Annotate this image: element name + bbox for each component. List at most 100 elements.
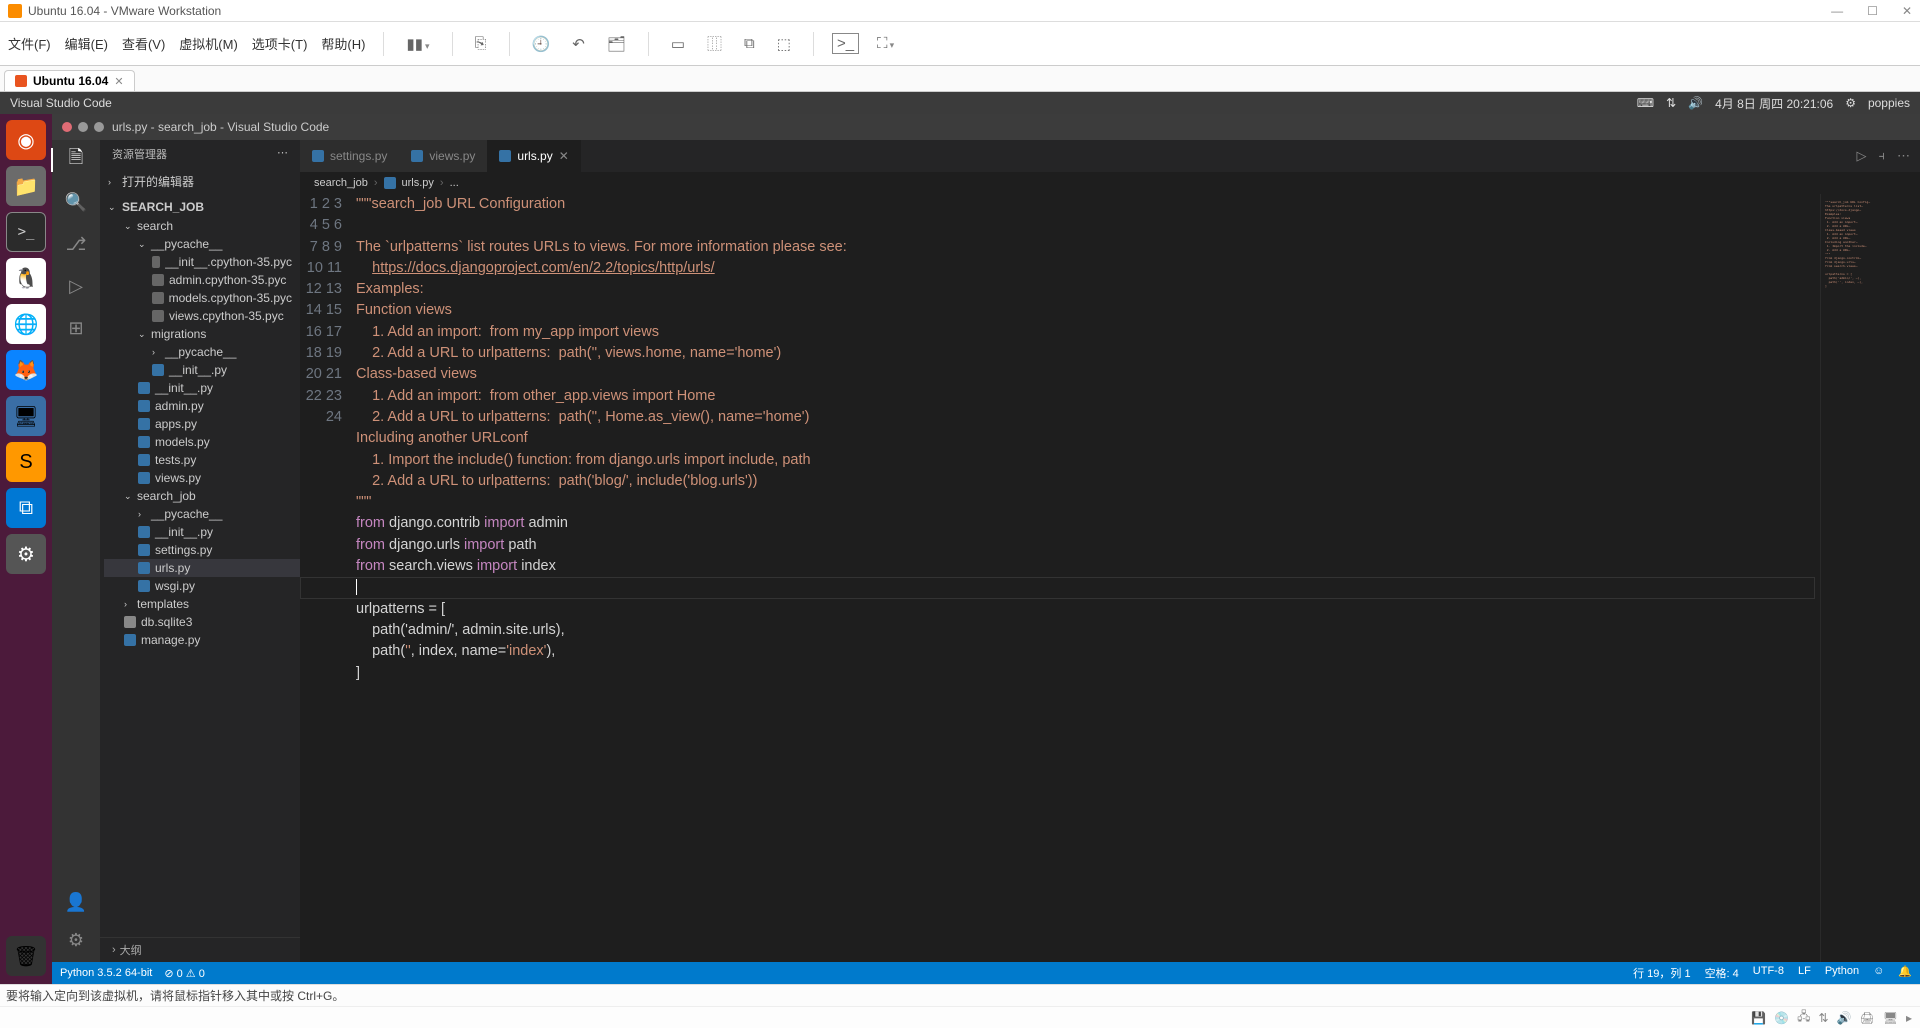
breadcrumb[interactable]: search_job› urls.py› ...	[300, 172, 1920, 194]
file-views-py[interactable]: views.py	[104, 469, 300, 487]
settings-gear-icon[interactable]: ⚙	[1845, 96, 1856, 110]
close-icon[interactable]: ✕	[1902, 4, 1912, 18]
debug-icon[interactable]: ▷	[64, 274, 88, 298]
launcher-dash-icon[interactable]: ◉	[6, 120, 46, 160]
view-unity-icon[interactable]: ⧉	[740, 33, 759, 54]
view-single-icon[interactable]: ▭	[667, 33, 689, 55]
launcher-vscode-icon[interactable]: ⧉	[6, 488, 46, 528]
launcher-sublime-icon[interactable]: S	[6, 442, 46, 482]
menu-help[interactable]: 帮助(H)	[321, 34, 365, 53]
menu-edit[interactable]: 编辑(E)	[65, 34, 108, 53]
launcher-chrome-icon[interactable]: 🌐	[6, 304, 46, 344]
run-icon[interactable]: ▷	[1857, 148, 1867, 164]
file-tests-py[interactable]: tests.py	[104, 451, 300, 469]
file-urls-py[interactable]: urls.py	[104, 559, 300, 577]
snapshot-icon[interactable]: 🕘	[528, 33, 555, 55]
fullscreen-icon[interactable]: >_	[832, 33, 859, 54]
file-init-py-mig[interactable]: __init__.py	[104, 361, 300, 379]
keyboard-icon[interactable]: ⌨	[1637, 96, 1654, 110]
snapshot-revert-icon[interactable]: ↶	[568, 33, 589, 55]
launcher-terminal-icon[interactable]: >_	[6, 212, 46, 252]
project-section[interactable]: ⌄SEARCH_JOB	[100, 197, 300, 217]
view-console-icon[interactable]: ⬚	[773, 33, 795, 55]
status-position[interactable]: 行 19，列 1	[1633, 965, 1690, 981]
file-views-pyc[interactable]: views.cpython-35.pyc	[104, 307, 300, 325]
sound-icon[interactable]: 🔊	[1688, 96, 1703, 110]
status-feedback-icon[interactable]: ☺	[1873, 965, 1884, 981]
menu-view[interactable]: 查看(V)	[122, 34, 165, 53]
folder-pycache3[interactable]: ›__pycache__	[104, 505, 300, 523]
vscode-close-icon[interactable]	[62, 122, 72, 132]
minimap[interactable]: """search_job URL Config… The urlpattern…	[1820, 194, 1920, 962]
device-cd-icon[interactable]: 💿	[1774, 1011, 1789, 1025]
launcher-firefox-icon[interactable]: 🦊	[6, 350, 46, 390]
file-wsgi-py[interactable]: wsgi.py	[104, 577, 300, 595]
open-editors-section[interactable]: ›打开的编辑器	[100, 170, 300, 193]
file-models-py[interactable]: models.py	[104, 433, 300, 451]
vm-tab-ubuntu[interactable]: Ubuntu 16.04 ✕	[4, 70, 135, 91]
launcher-files-icon[interactable]: 📁	[6, 166, 46, 206]
status-eol[interactable]: LF	[1798, 965, 1811, 981]
file-init-pyc[interactable]: __init__.cpython-35.pyc	[104, 253, 300, 271]
device-sound-icon[interactable]: 🔊	[1837, 1011, 1852, 1025]
maximize-icon[interactable]: ☐	[1867, 4, 1878, 18]
file-apps-py[interactable]: apps.py	[104, 415, 300, 433]
file-admin-py[interactable]: admin.py	[104, 397, 300, 415]
vscode-min-icon[interactable]	[78, 122, 88, 132]
launcher-trash-icon[interactable]: 🗑	[6, 936, 46, 976]
status-spaces[interactable]: 空格: 4	[1705, 965, 1739, 981]
more-actions-icon[interactable]: ⋯	[1897, 148, 1910, 164]
file-init-py3[interactable]: __init__.py	[104, 523, 300, 541]
tab-settings[interactable]: settings.py	[300, 140, 399, 172]
menu-vm[interactable]: 虚拟机(M)	[179, 34, 238, 53]
git-icon[interactable]: ⎇	[64, 232, 88, 256]
snapshot-manager-icon[interactable]: 🗂	[603, 33, 630, 55]
folder-pycache2[interactable]: ›__pycache__	[104, 343, 300, 361]
launcher-qq-icon[interactable]: 🐧	[6, 258, 46, 298]
file-admin-pyc[interactable]: admin.cpython-35.pyc	[104, 271, 300, 289]
extensions-icon[interactable]: ⊞	[64, 316, 88, 340]
status-lang[interactable]: Python	[1825, 965, 1859, 981]
tab-close-icon[interactable]: ✕	[114, 75, 123, 88]
folder-search[interactable]: ⌄search	[104, 217, 300, 235]
device-usb-icon[interactable]: ⇅	[1818, 1011, 1828, 1025]
folder-search-job[interactable]: ⌄search_job	[104, 487, 300, 505]
file-init-py[interactable]: __init__.py	[104, 379, 300, 397]
search-icon[interactable]: 🔍	[64, 190, 88, 214]
more-icon[interactable]: ⋯	[277, 146, 288, 162]
split-editor-icon[interactable]: ⫞	[1879, 148, 1886, 164]
folder-migrations[interactable]: ⌄migrations	[104, 325, 300, 343]
status-problems[interactable]: ⊘ 0 ⚠ 0	[164, 967, 204, 980]
send-cad-icon[interactable]: ⎘	[471, 33, 491, 54]
tab-views[interactable]: views.py	[399, 140, 487, 172]
network-icon[interactable]: ⇅	[1666, 96, 1676, 110]
device-printer-icon[interactable]: 🖨	[1860, 1011, 1875, 1025]
file-settings-py[interactable]: settings.py	[104, 541, 300, 559]
minimize-icon[interactable]: —	[1831, 4, 1843, 18]
vscode-max-icon[interactable]	[94, 122, 104, 132]
view-split-icon[interactable]: ⿲	[703, 31, 726, 56]
user-name[interactable]: poppies	[1868, 96, 1910, 110]
status-python[interactable]: Python 3.5.2 64-bit	[60, 967, 152, 979]
gear-icon[interactable]: ⚙	[64, 928, 88, 952]
tab-urls[interactable]: urls.py✕	[487, 140, 580, 172]
status-encoding[interactable]: UTF-8	[1753, 965, 1784, 981]
status-bell-icon[interactable]: 🔔	[1898, 965, 1912, 981]
device-net-icon[interactable]: 🖧	[1797, 1007, 1810, 1028]
folder-templates[interactable]: ›templates	[104, 595, 300, 613]
explorer-icon[interactable]: 🗎	[51, 148, 99, 172]
launcher-settings-icon[interactable]: ⚙	[6, 534, 46, 574]
file-db[interactable]: db.sqlite3	[104, 613, 300, 631]
menu-tabs[interactable]: 选项卡(T)	[252, 34, 308, 53]
account-icon[interactable]: 👤	[64, 890, 88, 914]
folder-pycache[interactable]: ⌄__pycache__	[104, 235, 300, 253]
datetime[interactable]: 4月 8日 周四 20:21:06	[1715, 95, 1833, 112]
device-hdd-icon[interactable]: 💾	[1751, 1011, 1766, 1025]
device-more-icon[interactable]: ▸	[1906, 1011, 1912, 1025]
stretch-icon[interactable]: ⛶▾	[873, 33, 898, 54]
launcher-remote-icon[interactable]: 🖥	[6, 396, 46, 436]
outline-section[interactable]: ›大纲	[100, 937, 300, 962]
pause-icon[interactable]: ▮▮▾	[402, 33, 433, 55]
file-manage-py[interactable]: manage.py	[104, 631, 300, 649]
menu-file[interactable]: 文件(F)	[8, 34, 51, 53]
